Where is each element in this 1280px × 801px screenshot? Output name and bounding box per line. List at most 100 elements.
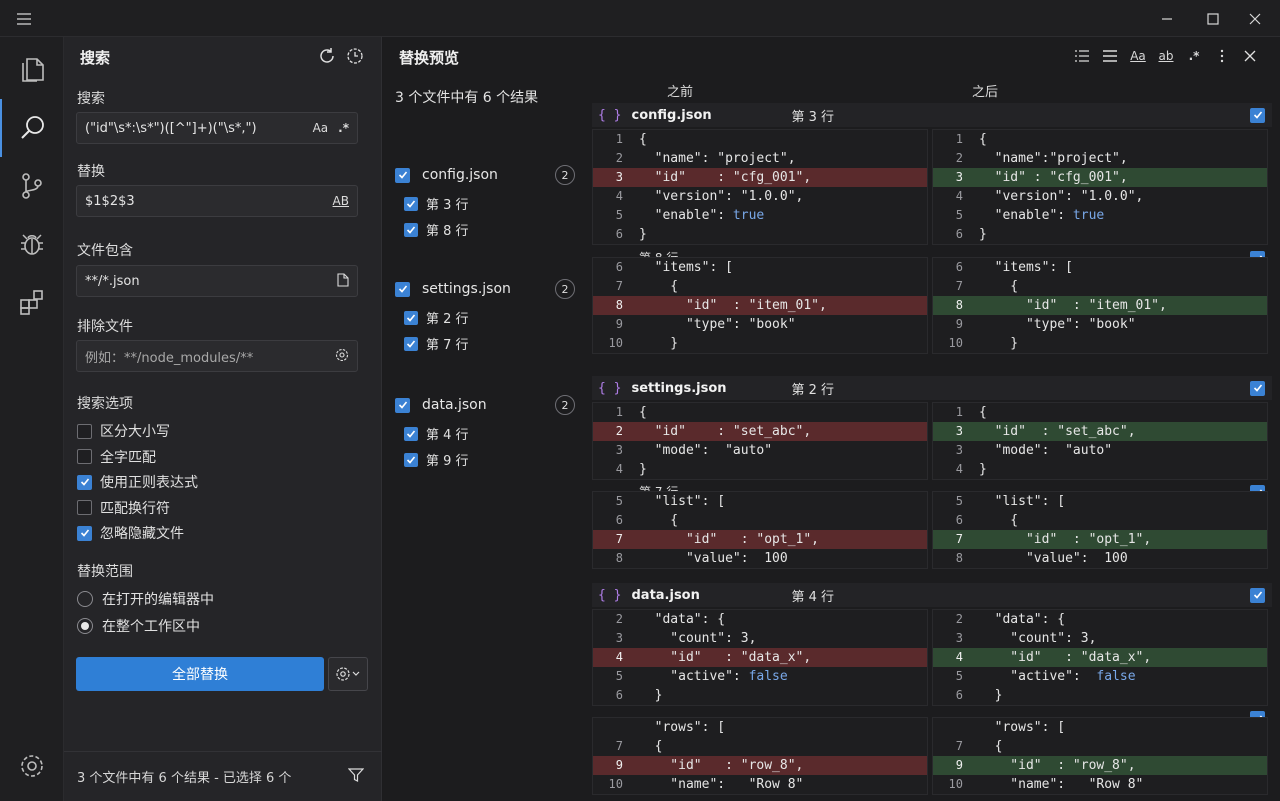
code-line: 2 "name":"project", — [933, 149, 1267, 168]
regex-toggle[interactable]: .* — [338, 121, 349, 135]
match-case-toggle[interactable]: Aa — [313, 121, 329, 135]
line-code: "value": 100 — [639, 551, 788, 566]
search-icon[interactable] — [0, 99, 64, 157]
close-window-button[interactable] — [1232, 0, 1278, 37]
line-number: 2 — [955, 612, 963, 626]
option-checkbox[interactable] — [77, 474, 92, 490]
code-line: 2 "data": { — [593, 610, 927, 629]
tree-match-checkbox[interactable] — [404, 196, 418, 211]
line-number: 7 — [955, 739, 963, 753]
tree-match[interactable]: 第 3 行 — [404, 194, 469, 213]
replace-input[interactable]: $1$2$3 AB — [76, 185, 358, 217]
match-case-icon[interactable]: Aa — [1128, 45, 1148, 67]
options-label: 搜索选项 — [77, 396, 133, 412]
file-icon[interactable] — [337, 272, 349, 290]
debug-icon[interactable] — [0, 215, 64, 273]
list-view-icon[interactable] — [1072, 45, 1092, 67]
results-tree: 3 个文件中有 6 个结果 config.json 2 第 3 行第 8 行 sett… — [383, 75, 585, 801]
word-wrap-icon[interactable] — [1100, 45, 1120, 67]
tree-match-checkbox[interactable] — [404, 336, 418, 351]
maximize-button[interactable] — [1190, 0, 1236, 37]
tree-match-checkbox[interactable] — [404, 222, 418, 237]
option-label: 使用正则表达式 — [100, 475, 198, 491]
line-code: { — [979, 739, 1003, 754]
regex-icon[interactable]: .* — [1184, 45, 1204, 67]
source-control-icon[interactable] — [0, 157, 64, 215]
tree-match-label: 第 7 行 — [426, 338, 469, 353]
more-actions-icon[interactable] — [1212, 45, 1232, 67]
tree-file-checkbox[interactable] — [395, 281, 410, 297]
explorer-icon[interactable] — [0, 39, 64, 97]
replace-options-button[interactable] — [328, 657, 368, 691]
after-pane: 1{3 "id" : "set_abc", 3 "mode": "auto" 4} — [932, 402, 1268, 480]
tree-match-checkbox[interactable] — [404, 426, 418, 441]
tree-match[interactable]: 第 9 行 — [404, 450, 469, 469]
minimize-button[interactable] — [1144, 0, 1190, 37]
code-line: 1{ — [593, 403, 927, 422]
tree-file-checkbox[interactable] — [395, 167, 410, 183]
whole-word-icon[interactable]: ab — [1156, 45, 1176, 67]
settings-gear-icon[interactable] — [0, 737, 64, 795]
diff-file-name: data.json — [631, 587, 700, 603]
filter-icon[interactable] — [347, 767, 365, 787]
option-checkbox[interactable] — [77, 449, 92, 464]
tree-file-checkbox[interactable] — [395, 397, 410, 413]
line-number: 4 — [955, 462, 963, 476]
code-line: 6 } — [933, 686, 1267, 705]
exclude-input[interactable]: 例如：**/node_modules/** — [76, 340, 358, 372]
refresh-icon[interactable] — [316, 45, 338, 67]
option-checkbox[interactable] — [77, 423, 92, 439]
search-option[interactable]: 忽略隐藏文件 — [77, 523, 184, 543]
line-number: 6 — [955, 260, 963, 274]
diff-file-header: { } settings.json 第 2 行 — [592, 376, 1272, 400]
option-checkbox[interactable] — [77, 525, 92, 541]
scope-radio[interactable] — [77, 591, 93, 607]
preserve-case-toggle[interactable]: AB — [333, 194, 349, 208]
tree-match[interactable]: 第 7 行 — [404, 334, 469, 353]
scope-radio[interactable] — [77, 618, 93, 634]
search-option[interactable]: 使用正则表达式 — [77, 472, 198, 492]
scope-option[interactable]: 在打开的编辑器中 — [77, 589, 214, 609]
after-pane: 2 "data": {3 "count": 3, 4 "id" : "data_x… — [932, 609, 1268, 706]
tree-match-label: 第 4 行 — [426, 428, 469, 443]
results-summary: 3 个文件中有 6 个结果 — [395, 90, 539, 106]
line-code: { — [639, 739, 663, 754]
tree-match[interactable]: 第 4 行 — [404, 424, 469, 443]
tree-match[interactable]: 第 8 行 — [404, 220, 469, 239]
line-code: "items": [ — [979, 260, 1073, 275]
tree-file[interactable]: config.json 2 — [395, 165, 575, 185]
line-number: 7 — [615, 739, 623, 753]
search-option[interactable]: 全字匹配 — [77, 447, 156, 467]
line-code: "active": false — [639, 669, 788, 684]
replace-all-button[interactable]: 全部替换 — [76, 657, 324, 691]
line-number: 5 — [955, 669, 963, 683]
tree-file[interactable]: data.json 2 — [395, 395, 575, 415]
search-option[interactable]: 区分大小写 — [77, 421, 170, 441]
exclude-settings-icon[interactable] — [335, 348, 349, 365]
option-checkbox[interactable] — [77, 500, 92, 515]
line-number: 3 — [955, 424, 963, 438]
menu-icon[interactable] — [4, 0, 44, 37]
line-code: "id" : "cfg_001", — [979, 170, 1128, 185]
search-input-value: ("id"\s*:\s*")([^"]+)("\s*,") — [85, 120, 257, 136]
line-number: 7 — [615, 279, 623, 293]
tree-match[interactable]: 第 2 行 — [404, 308, 469, 327]
extensions-icon[interactable] — [0, 273, 64, 331]
line-code: "id" : "row_8", — [639, 758, 804, 773]
line-code: "name":"project", — [979, 151, 1128, 166]
include-input[interactable]: **/*.json — [76, 265, 358, 297]
close-preview-icon[interactable] — [1240, 45, 1260, 67]
search-input[interactable]: ("id"\s*:\s*")([^"]+)("\s*,") Aa .* — [76, 112, 358, 144]
history-icon[interactable] — [344, 45, 366, 67]
json-file-icon: { } — [598, 107, 622, 123]
line-number: 2 — [615, 612, 623, 626]
tree-match-checkbox[interactable] — [404, 452, 418, 467]
line-number: 5 — [615, 494, 623, 508]
scope-option[interactable]: 在整个工作区中 — [77, 616, 200, 636]
diff-file-checkbox[interactable] — [1250, 587, 1265, 603]
diff-file-checkbox[interactable] — [1250, 380, 1265, 396]
search-option[interactable]: 匹配换行符 — [77, 498, 170, 518]
diff-file-checkbox[interactable] — [1250, 107, 1265, 123]
tree-file[interactable]: settings.json 2 — [395, 279, 575, 299]
tree-match-checkbox[interactable] — [404, 310, 418, 325]
